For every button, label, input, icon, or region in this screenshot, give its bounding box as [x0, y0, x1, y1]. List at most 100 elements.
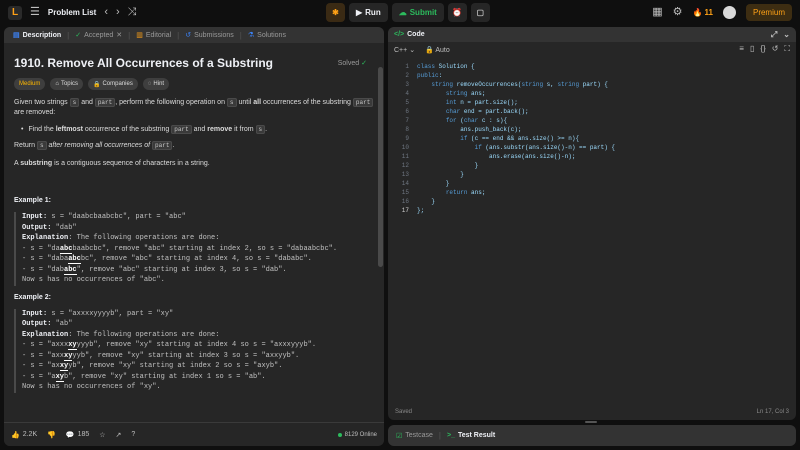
- lock-icon: 🔒: [425, 46, 434, 54]
- tab-test-result[interactable]: >_ Test Result: [447, 432, 495, 439]
- share-button[interactable]: ↗: [116, 431, 122, 439]
- auto-mode[interactable]: 🔒 Auto: [425, 46, 450, 54]
- code-editor[interactable]: 1 2 3 4 5 6 7 8 9 10 11 12 13 14 15 16 17 class Solution…: [388, 62, 796, 402]
- code-line[interactable]: ans.push_back(c);: [417, 125, 615, 134]
- code-line[interactable]: int n = part.size();: [417, 98, 615, 107]
- line-number: 8: [405, 126, 409, 133]
- top-bar-left: L ☰ Problem List ‹ › ⤨: [8, 0, 136, 25]
- code-line[interactable]: ans.erase(ans.size()-n);: [417, 152, 615, 161]
- tab-code[interactable]: Code: [407, 31, 425, 38]
- language-select[interactable]: C++ ⌄: [394, 46, 415, 54]
- topics-badge[interactable]: ⌂ Topics: [50, 78, 83, 90]
- reset-icon[interactable]: ↺: [772, 44, 779, 54]
- code-line[interactable]: string removeOccurrences(string s, strin…: [417, 80, 615, 89]
- checkbox-icon: ☑: [396, 432, 403, 440]
- submit-button[interactable]: ☁ Submit: [391, 3, 444, 22]
- next-problem-icon[interactable]: ›: [116, 7, 120, 18]
- code-line[interactable]: class Solution {: [417, 62, 615, 71]
- code-line[interactable]: string ans;: [417, 89, 615, 98]
- code-line[interactable]: };: [417, 206, 615, 215]
- code-line[interactable]: if (c == end && ans.size() >= n){: [417, 134, 615, 143]
- braces-icon[interactable]: {}: [760, 44, 765, 54]
- tab-editorial[interactable]: ▥ Editorial: [133, 31, 174, 40]
- shuffle-icon[interactable]: ⤨: [128, 7, 137, 18]
- layout-icon[interactable]: ▦: [652, 7, 662, 18]
- line-number: 5: [405, 99, 409, 106]
- editor-tools: ≡ ▯ {} ↺ ⛶: [739, 44, 790, 54]
- problem-list-link[interactable]: Problem List: [48, 8, 96, 17]
- favorite-button[interactable]: ☆: [99, 431, 105, 439]
- description-scrollbar[interactable]: [378, 67, 383, 267]
- check-icon: ✓: [75, 32, 82, 39]
- timer-button[interactable]: ⏰: [447, 3, 467, 22]
- tab-label: Editorial: [145, 31, 172, 39]
- tab-separator: |: [128, 30, 131, 40]
- comment-icon: 💬: [65, 431, 75, 439]
- resize-handle[interactable]: [585, 421, 597, 423]
- problem-statement: Given two strings s and part, perform th…: [14, 98, 374, 118]
- maximize-icon[interactable]: ⤢: [771, 30, 777, 40]
- code-line[interactable]: char end = part.back();: [417, 107, 615, 116]
- tab-separator: |: [239, 30, 242, 40]
- cloud-upload-icon: ☁: [398, 8, 407, 17]
- line-number: 2: [405, 72, 409, 79]
- avatar[interactable]: [722, 6, 736, 19]
- thumbs-up-icon: 👍: [11, 431, 20, 439]
- line-number: 13: [401, 171, 409, 178]
- dislike-button[interactable]: 👎: [47, 431, 56, 439]
- example-step: - s = "daabcbaabcbc", remove "abc" start…: [22, 244, 338, 254]
- tag-icon: ⌂: [55, 81, 59, 87]
- problem-title[interactable]: 1910. Remove All Occurrences of a Substr…: [14, 56, 374, 70]
- hint-badge[interactable]: ◌ Hint: [142, 78, 170, 90]
- code-line[interactable]: public:: [417, 71, 615, 80]
- online-count: 8129 Online: [337, 432, 377, 438]
- save-status: Saved: [395, 409, 413, 415]
- testcase-label: Testcase: [405, 432, 433, 439]
- tab-description[interactable]: ▤ Description: [10, 31, 64, 40]
- code-line[interactable]: }: [417, 179, 615, 188]
- menu-icon[interactable]: ≡: [739, 44, 744, 54]
- help-button[interactable]: ?: [131, 431, 135, 438]
- list-icon[interactable]: ☰: [30, 7, 40, 18]
- code-source[interactable]: class Solution {public: string removeOcc…: [417, 62, 615, 215]
- companies-badge[interactable]: 🔒 Companies: [87, 78, 138, 90]
- notes-button[interactable]: ▢: [470, 3, 490, 22]
- example-heading: Example 2:: [14, 293, 51, 301]
- mode-label: Auto: [435, 46, 450, 54]
- tab-label: Accepted: [84, 31, 114, 39]
- prev-problem-icon[interactable]: ‹: [104, 7, 108, 18]
- lightbulb-icon: ◌: [147, 81, 152, 87]
- leetcode-logo-icon[interactable]: L: [8, 5, 22, 20]
- play-icon: ▶: [356, 8, 363, 17]
- description-tabs: ▤ Description | ✓ Accepted ✕ | ▥ Editorial |…: [4, 27, 384, 43]
- tab-testcase[interactable]: ☑ Testcase: [396, 432, 433, 440]
- run-button[interactable]: ▶ Run: [349, 3, 388, 22]
- tab-label: Submissions: [194, 31, 234, 39]
- code-line[interactable]: for (char c : s){: [417, 116, 615, 125]
- bookmark-icon[interactable]: ▯: [750, 44, 754, 54]
- example-heading: Example 1:: [14, 197, 51, 204]
- code-tabs: </> Code ⤢ ⌄: [388, 27, 796, 42]
- streak-counter[interactable]: 🔥 11: [693, 8, 713, 17]
- code-line[interactable]: return ans;: [417, 188, 615, 197]
- tab-solutions[interactable]: ⚗ Solutions: [245, 31, 289, 40]
- code-line[interactable]: if (ans.substr(ans.size()-n) == part) {: [417, 143, 615, 152]
- like-button[interactable]: 👍 2.2K: [11, 431, 37, 439]
- code-line[interactable]: }: [417, 197, 615, 206]
- example-step: - s = "axxyyb", remove "xy" starting at …: [22, 362, 283, 371]
- close-icon[interactable]: ✕: [116, 31, 122, 39]
- fullscreen-icon[interactable]: ⛶: [784, 44, 790, 54]
- language-label: C++: [394, 46, 408, 54]
- list-item: Find the leftmost occurrence of the subs…: [21, 125, 374, 134]
- description-content[interactable]: 1910. Remove All Occurrences of a Substr…: [4, 43, 384, 421]
- comments-button[interactable]: 💬 185: [66, 431, 89, 439]
- code-line[interactable]: }: [417, 161, 615, 170]
- settings-icon[interactable]: ⚙: [673, 7, 683, 18]
- debug-button[interactable]: ✱: [326, 3, 345, 22]
- tab-accepted[interactable]: ✓ Accepted ✕: [72, 31, 125, 40]
- collapse-icon[interactable]: ⌄: [783, 30, 790, 40]
- code-line[interactable]: }: [417, 170, 615, 179]
- line-number: 4: [405, 90, 409, 97]
- premium-button[interactable]: Premium: [745, 4, 792, 21]
- tab-submissions[interactable]: ↺ Submissions: [182, 31, 237, 40]
